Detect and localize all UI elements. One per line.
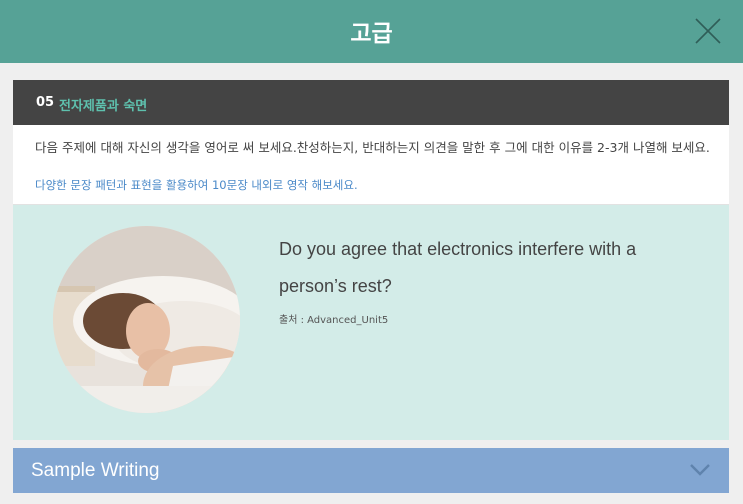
sample-writing-toggle[interactable]: Sample Writing <box>13 448 729 493</box>
lesson-title: 전자제품과 숙면 <box>59 99 148 114</box>
source-text: 출처 : Advanced_Unit5 <box>279 315 389 326</box>
instructions-text: 다음 주제에 대해 자신의 생각을 영어로 써 보세요.찬성하는지, 반대하는지… <box>35 140 710 155</box>
close-icon <box>695 18 721 44</box>
lesson-header: 05 전자제품과 숙면 <box>13 80 729 125</box>
chevron-down-icon <box>690 464 710 476</box>
page-title: 고급 <box>350 21 393 47</box>
question-text: Do you agree that electronics interfere … <box>279 239 637 296</box>
top-bar: 고급 <box>0 0 743 63</box>
prompt-panel: Do you agree that electronics interfere … <box>13 205 729 440</box>
sleeping-woman-image <box>53 226 240 413</box>
close-button[interactable] <box>694 17 722 45</box>
sample-writing-label: Sample Writing <box>31 460 160 481</box>
instructions-panel: 다음 주제에 대해 자신의 생각을 영어로 써 보세요.찬성하는지, 반대하는지… <box>13 125 729 205</box>
instructions-hint: 다양한 문장 패턴과 표현을 활용하여 10문장 내외로 영작 해보세요. <box>35 178 358 192</box>
lesson-number: 05 <box>36 95 55 110</box>
